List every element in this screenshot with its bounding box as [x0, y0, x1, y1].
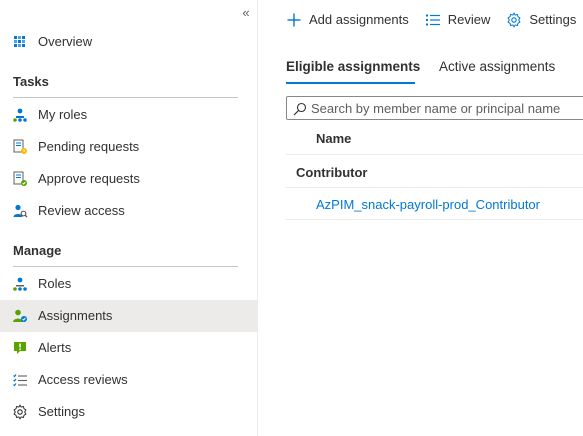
- nav-item-label: Pending requests: [38, 139, 140, 154]
- search-box: [286, 96, 583, 120]
- nav-item-approve-requests[interactable]: Approve requests: [0, 163, 258, 195]
- active-tab-indicator: [286, 82, 415, 84]
- group-title: Contributor: [296, 165, 368, 180]
- review-list-icon: [425, 14, 440, 26]
- nav-item-label: Access reviews: [38, 372, 128, 387]
- nav-item-roles[interactable]: Roles: [0, 268, 258, 300]
- assignment-link[interactable]: AzPIM_snack-payroll-prod_Contributor: [316, 197, 540, 212]
- nav-item-alerts[interactable]: Alerts: [0, 332, 258, 364]
- gear-icon: [507, 12, 521, 28]
- nav-item-my-roles[interactable]: My roles: [0, 99, 258, 131]
- tab-eligible-assignments[interactable]: Eligible assignments: [286, 58, 420, 76]
- collapse-sidebar-button[interactable]: «: [238, 5, 254, 21]
- nav-item-review-access[interactable]: Review access: [0, 195, 258, 227]
- nav-item-overview[interactable]: Overview: [0, 26, 258, 58]
- review-label: Review: [447, 12, 491, 27]
- nav-item-access-reviews[interactable]: Access reviews: [0, 364, 258, 396]
- assignments-icon: [12, 308, 28, 324]
- nav-item-label: Review access: [38, 203, 125, 218]
- settings-button[interactable]: Settings: [506, 12, 576, 28]
- table-row[interactable]: AzPIM_snack-payroll-prod_Contributor: [286, 188, 583, 220]
- command-bar: Add assignments Review Settings: [286, 10, 583, 30]
- add-assignments-label: Add assignments: [309, 12, 409, 27]
- search-input[interactable]: [311, 99, 581, 117]
- nav-item-pending-requests[interactable]: Pending requests: [0, 131, 258, 163]
- gear-icon: [12, 404, 28, 420]
- review-access-icon: [12, 203, 28, 219]
- pending-requests-icon: [12, 139, 28, 155]
- nav-item-label: Alerts: [38, 340, 72, 355]
- nav-item-label: My roles: [38, 107, 88, 122]
- nav-item-label: Assignments: [38, 308, 113, 323]
- grid-header: Name: [286, 122, 583, 155]
- group-row[interactable]: Contributor: [286, 156, 583, 188]
- overview-grid-icon: [12, 34, 28, 50]
- nav-item-settings[interactable]: Settings: [0, 396, 258, 428]
- review-button[interactable]: Review: [425, 12, 491, 28]
- section-divider: [13, 266, 238, 267]
- nav-item-label: Overview: [38, 34, 93, 49]
- section-divider: [13, 97, 238, 98]
- section-title-tasks: Tasks: [13, 74, 49, 89]
- my-roles-icon: [12, 107, 28, 123]
- alerts-icon: [12, 340, 28, 356]
- column-header-name[interactable]: Name: [316, 131, 351, 146]
- roles-icon: [12, 276, 28, 292]
- settings-label: Settings: [529, 12, 577, 27]
- left-navigation: « Overview Tasks My roles Pending reques…: [0, 0, 258, 436]
- nav-item-label: Roles: [38, 276, 72, 291]
- tab-active-assignments[interactable]: Active assignments: [439, 58, 555, 76]
- access-reviews-icon: [12, 372, 28, 388]
- add-assignments-button[interactable]: Add assignments: [286, 12, 409, 28]
- nav-item-label: Settings: [38, 404, 85, 419]
- plus-icon: [287, 13, 301, 27]
- nav-item-label: Approve requests: [38, 171, 140, 186]
- search-icon: [293, 102, 307, 116]
- nav-item-assignments[interactable]: Assignments: [0, 300, 258, 332]
- approve-requests-icon: [12, 171, 28, 187]
- section-title-manage: Manage: [13, 243, 62, 258]
